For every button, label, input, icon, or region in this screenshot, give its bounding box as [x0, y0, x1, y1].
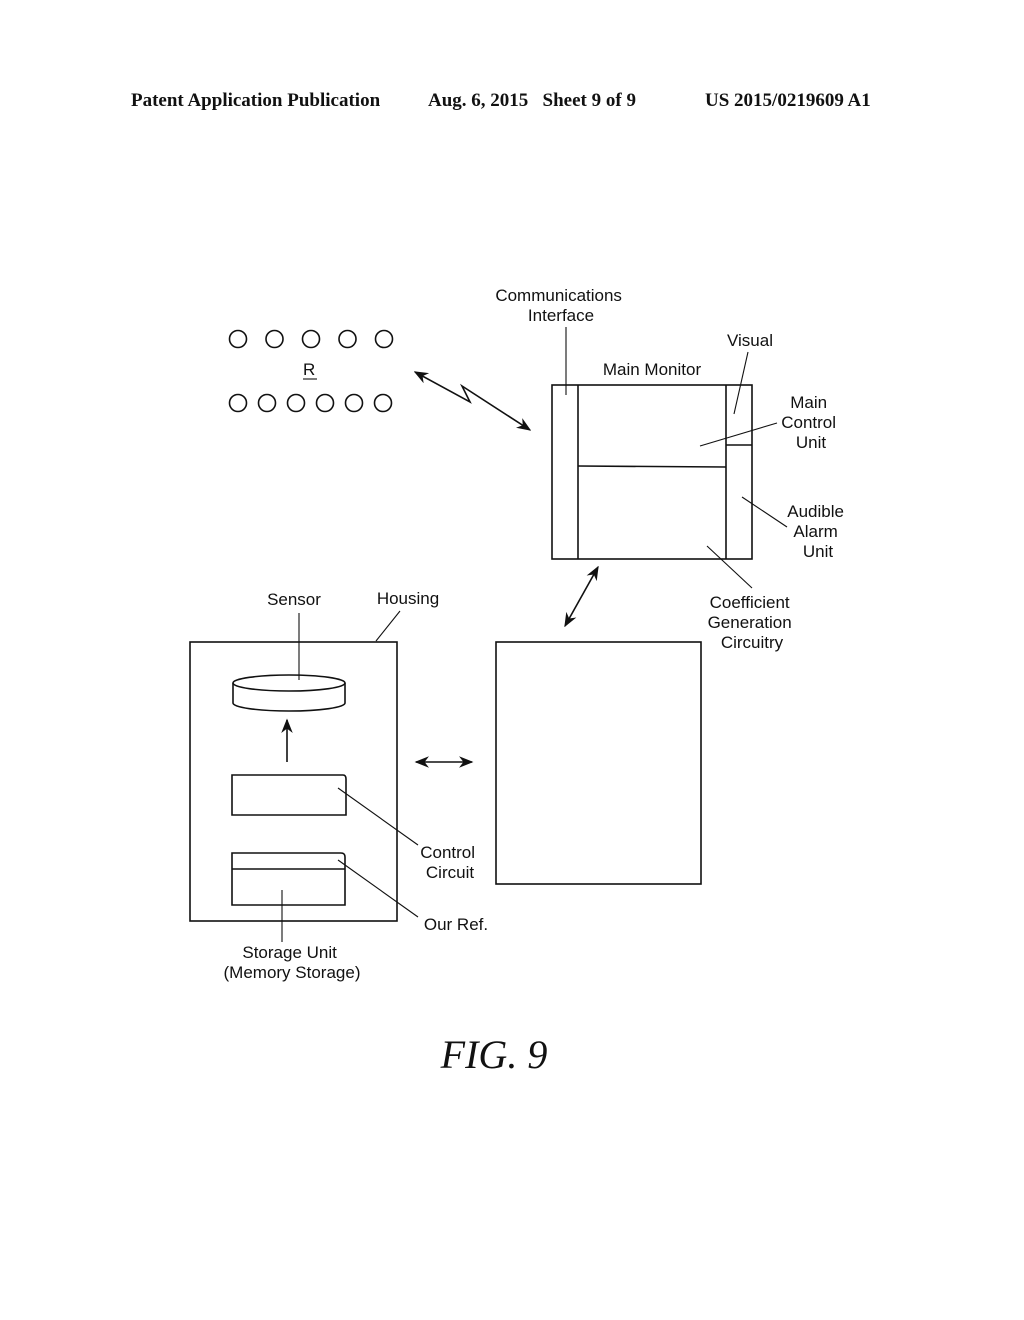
monitor-base-link-arrow	[564, 565, 599, 628]
communications-interface-label: Communications Interface	[495, 286, 626, 325]
remote-node	[265, 329, 284, 349]
figure-9-diagram: R Communications Interface Main Monitor …	[189, 286, 848, 1077]
sensor-body	[232, 683, 346, 712]
housing-label: Housing	[377, 589, 439, 608]
sensor-label: Sensor	[267, 590, 321, 609]
control-circuit-box	[231, 774, 347, 816]
remote-node	[286, 393, 306, 413]
control-circuit-label: Control Circuit	[420, 843, 480, 882]
coefficient-generation-leader	[706, 545, 753, 589]
main-control-divider	[577, 465, 727, 468]
sensor-top	[232, 674, 346, 692]
wireless-link-arrow	[413, 371, 532, 431]
housing-box	[189, 641, 398, 922]
control-circuit-leader	[337, 787, 419, 846]
remote-node	[338, 329, 357, 349]
remote-node	[228, 329, 248, 349]
our-ref-leader	[337, 859, 419, 918]
visual-label: Visual	[727, 331, 773, 350]
remote-node	[228, 393, 248, 413]
storage-unit-label: Storage Unit (Memory Storage)	[224, 943, 361, 982]
remote-cluster-label: R	[303, 360, 315, 379]
main-monitor	[551, 384, 753, 560]
housing-leader	[375, 610, 401, 642]
sensor	[232, 674, 346, 712]
audible-alarm-unit-label: Audible Alarm Unit	[787, 502, 848, 561]
remote-node	[373, 393, 393, 413]
remote-cluster-bottom	[228, 393, 393, 413]
main-monitor-label: Main Monitor	[603, 360, 702, 379]
remote-node	[257, 393, 277, 413]
coefficient-generation-label: Coefficient Generation Circuitry	[708, 593, 797, 652]
base-unit-box	[495, 641, 702, 885]
main-control-unit-leader	[699, 422, 778, 447]
visual-leader	[733, 351, 749, 415]
remote-node	[301, 329, 321, 349]
remote-node	[374, 329, 394, 349]
figure-caption: FIG. 9	[440, 1032, 548, 1077]
main-control-unit-label: Main Control Unit	[781, 393, 841, 452]
remote-node	[344, 393, 364, 413]
remote-cluster	[228, 329, 394, 349]
remote-node	[315, 393, 335, 413]
storage-unit-box	[231, 852, 346, 906]
audible-alarm-leader	[741, 496, 788, 528]
our-ref-label: Our Ref.	[424, 915, 488, 934]
main-monitor-box	[551, 384, 753, 560]
